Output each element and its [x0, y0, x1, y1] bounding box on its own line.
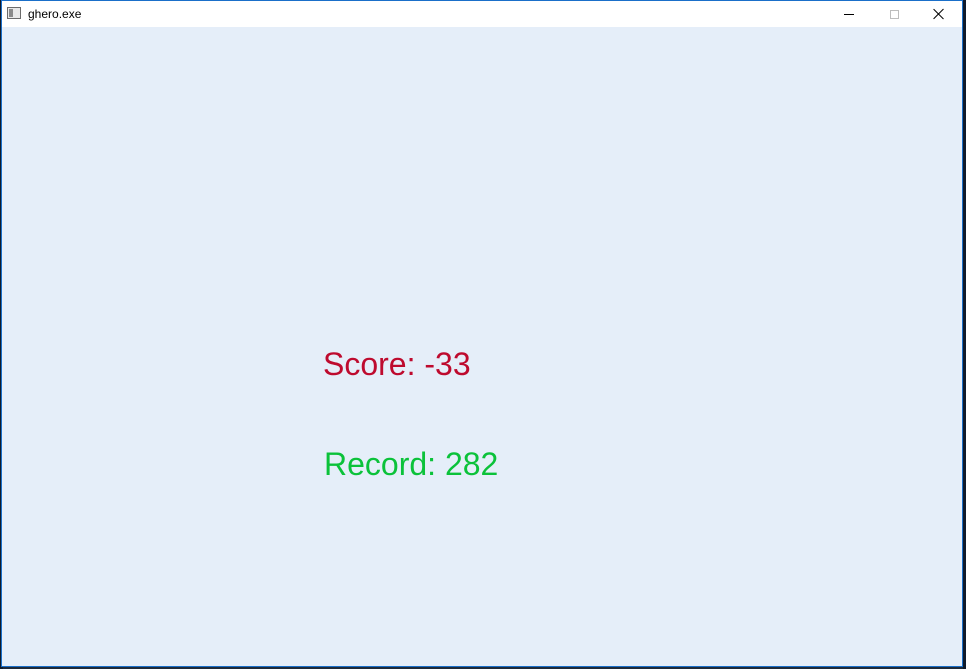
game-canvas[interactable]: Score: -33 Record: 282	[2, 27, 962, 666]
minimize-button[interactable]	[826, 1, 872, 27]
minimize-icon	[844, 13, 854, 15]
maximize-button[interactable]	[871, 1, 917, 27]
score-label: Score: -33	[323, 346, 471, 382]
window-title: ghero.exe	[28, 7, 82, 21]
app-window-icon[interactable]	[7, 7, 21, 19]
close-button[interactable]	[916, 1, 962, 27]
maximize-icon	[889, 9, 899, 19]
close-icon	[933, 8, 945, 20]
record-label: Record: 282	[324, 446, 499, 482]
app-window: ghero.exe Score: -33 Record: 282	[1, 0, 963, 667]
title-bar[interactable]: ghero.exe	[2, 1, 962, 27]
